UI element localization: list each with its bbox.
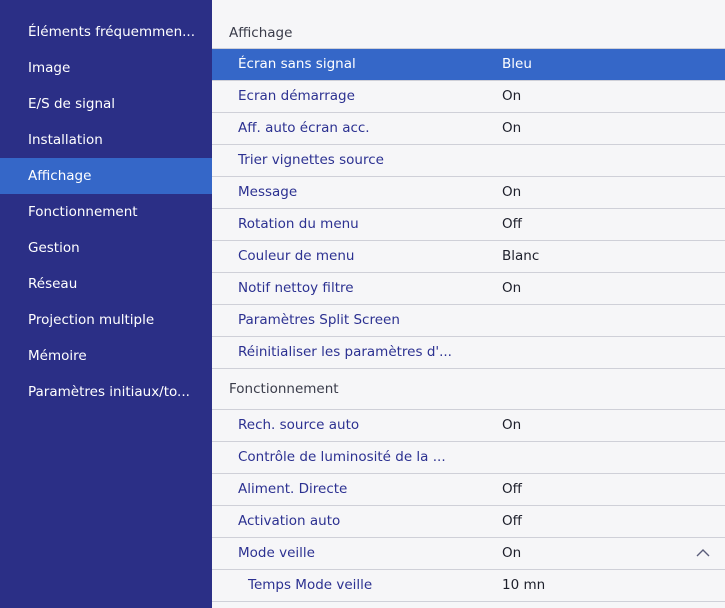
sidebar-item-gestion[interactable]: Gestion bbox=[0, 230, 212, 266]
setting-label: Activation auto bbox=[238, 513, 341, 529]
setting-label: Rotation du menu bbox=[238, 216, 359, 232]
setting-row-trier-vignettes[interactable]: Trier vignettes source bbox=[212, 145, 725, 177]
setting-label: Aff. auto écran acc. bbox=[238, 120, 370, 136]
chevron-up-svg bbox=[696, 549, 710, 557]
setting-label: Mode veille bbox=[238, 545, 315, 561]
setting-row-reinitialiser[interactable]: Réinitialiser les paramètres d'... bbox=[212, 337, 725, 369]
setting-row-rech-source-auto[interactable]: Rech. source auto On bbox=[212, 410, 725, 442]
setting-value: Bleu bbox=[502, 56, 532, 72]
setting-row-aff-auto-ecran[interactable]: Aff. auto écran acc. On bbox=[212, 113, 725, 145]
setting-row-ecran-sans-signal[interactable]: Écran sans signal Bleu bbox=[212, 49, 725, 81]
setting-row-split-screen[interactable]: Paramètres Split Screen bbox=[212, 305, 725, 337]
setting-value: Blanc bbox=[502, 248, 540, 264]
setting-row-aliment-directe[interactable]: Aliment. Directe Off bbox=[212, 474, 725, 506]
sidebar-item-frequent[interactable]: Éléments fréquemmen... bbox=[0, 14, 212, 50]
setting-value: On bbox=[502, 120, 522, 136]
setting-label: Couleur de menu bbox=[238, 248, 355, 264]
setting-value: Off bbox=[502, 481, 522, 497]
sidebar-item-installation[interactable]: Installation bbox=[0, 122, 212, 158]
sidebar-item-parametres-initiaux[interactable]: Paramètres initiaux/to... bbox=[0, 374, 212, 410]
sidebar-item-fonctionnement[interactable]: Fonctionnement bbox=[0, 194, 212, 230]
setting-value: Off bbox=[502, 216, 522, 232]
setting-row-message[interactable]: Message On bbox=[212, 177, 725, 209]
sidebar-item-signal-io[interactable]: E/S de signal bbox=[0, 86, 212, 122]
setting-label: Message bbox=[238, 184, 298, 200]
setting-row-couleur-menu[interactable]: Couleur de menu Blanc bbox=[212, 241, 725, 273]
setting-value: On bbox=[502, 417, 522, 433]
setting-label: Notif nettoy filtre bbox=[238, 280, 354, 296]
projector-menu: Éléments fréquemmen... Image E/S de sign… bbox=[0, 0, 725, 608]
setting-label: Contrôle de luminosité de la ... bbox=[238, 449, 446, 465]
setting-row-activation-auto[interactable]: Activation auto Off bbox=[212, 506, 725, 538]
setting-row-rotation-menu[interactable]: Rotation du menu Off bbox=[212, 209, 725, 241]
menu-sidebar: Éléments fréquemmen... Image E/S de sign… bbox=[0, 0, 212, 608]
setting-value: Off bbox=[502, 513, 522, 529]
setting-value: On bbox=[502, 545, 522, 561]
section-header-affichage: Affichage bbox=[212, 18, 725, 49]
sidebar-item-projection-multiple[interactable]: Projection multiple bbox=[0, 302, 212, 338]
setting-label: Rech. source auto bbox=[238, 417, 360, 433]
setting-row-ecran-demarrage[interactable]: Ecran démarrage On bbox=[212, 81, 725, 113]
setting-label: Ecran démarrage bbox=[238, 88, 355, 104]
setting-label: Temps Mode veille bbox=[248, 577, 373, 593]
setting-value: 10 mn bbox=[502, 577, 546, 593]
sidebar-item-memoire[interactable]: Mémoire bbox=[0, 338, 212, 374]
setting-row-notif-nettoy-filtre[interactable]: Notif nettoy filtre On bbox=[212, 273, 725, 305]
setting-row-temps-mode-veille[interactable]: Temps Mode veille 10 mn bbox=[212, 570, 725, 602]
setting-row-mode-veille[interactable]: Mode veille On bbox=[212, 538, 725, 570]
chevron-up-icon[interactable] bbox=[695, 538, 711, 569]
sidebar-item-image[interactable]: Image bbox=[0, 50, 212, 86]
settings-panel: Affichage Écran sans signal Bleu Ecran d… bbox=[212, 0, 725, 608]
setting-label: Paramètres Split Screen bbox=[238, 312, 400, 328]
setting-row-controle-luminosite[interactable]: Contrôle de luminosité de la ... bbox=[212, 442, 725, 474]
setting-value: On bbox=[502, 88, 522, 104]
setting-value: On bbox=[502, 280, 522, 296]
section-header-fonctionnement: Fonctionnement bbox=[212, 369, 725, 410]
setting-label: Trier vignettes source bbox=[238, 152, 384, 168]
sidebar-item-reseau[interactable]: Réseau bbox=[0, 266, 212, 302]
sidebar-item-affichage[interactable]: Affichage bbox=[0, 158, 212, 194]
setting-label: Écran sans signal bbox=[238, 56, 356, 72]
setting-label: Aliment. Directe bbox=[238, 481, 348, 497]
setting-label: Réinitialiser les paramètres d'... bbox=[238, 344, 452, 360]
setting-value: On bbox=[502, 184, 522, 200]
